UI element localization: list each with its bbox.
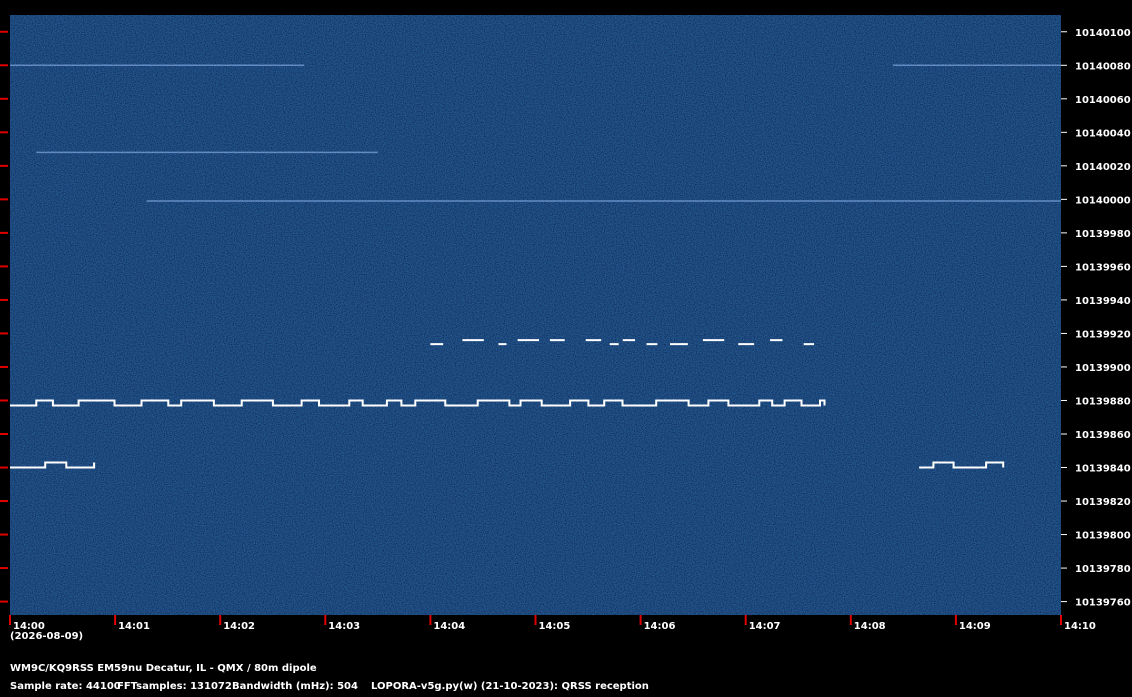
x-tick-label: 14:10 <box>1064 621 1096 632</box>
station-info: WM9C/KQ9RSS EM59nu Decatur, IL - QMX / 8… <box>10 663 317 674</box>
info-footer: WM9C/KQ9RSS EM59nu Decatur, IL - QMX / 8… <box>10 662 1120 696</box>
x-tick-label: 14:09 <box>959 621 991 632</box>
x-tick-label: 14:04 <box>433 621 465 632</box>
y-tick-label: 10140080 <box>1075 61 1131 72</box>
spectrogram-chart: 10140100 10140080 10140060 10140040 10140020… <box>0 15 1131 632</box>
bandwidth: Bandwidth (mHz): 504 <box>232 681 358 692</box>
y-tick-label: 10139800 <box>1075 531 1131 542</box>
y-tick-label: 10139900 <box>1075 363 1131 374</box>
x-tick-label: 14:01 <box>118 621 150 632</box>
y-tick-label: 10139820 <box>1075 497 1131 508</box>
x-tick-label: 14:07 <box>749 621 781 632</box>
y-tick-label: 10139760 <box>1075 598 1131 609</box>
date-label: (2026-08-09) <box>10 631 84 642</box>
y-tick-label: 10139860 <box>1075 430 1131 441</box>
y-tick-label: 10139840 <box>1075 464 1131 475</box>
x-tick-label: 14:02 <box>223 621 255 632</box>
software-info: LOPORA-v5g.py(w) (21-10-2023): QRSS rece… <box>371 681 649 692</box>
y-tick-label: 10139880 <box>1075 396 1131 407</box>
waterfall-noise <box>10 15 1061 615</box>
y-tick-label: 10140020 <box>1075 162 1131 173</box>
x-tick-label: 14:06 <box>644 621 676 632</box>
y-tick-label: 10140100 <box>1075 28 1131 39</box>
y-tick-label: 10140000 <box>1075 195 1131 206</box>
y-tick-label: 10139780 <box>1075 564 1131 575</box>
fft-samples: FFTsamples: 131072 <box>117 681 232 692</box>
y-tick-label: 10140040 <box>1075 128 1131 139</box>
x-axis: 14:00 14:01 14:02 14:03 14:04 14:05 14:06 14:07… <box>9 615 1096 632</box>
x-tick-label: 14:08 <box>854 621 886 632</box>
y-tick-label: 10139980 <box>1075 229 1131 240</box>
y-tick-label: 10139920 <box>1075 329 1131 340</box>
x-tick-label: 14:05 <box>539 621 571 632</box>
y-tick-label: 10140060 <box>1075 95 1131 106</box>
y-tick-label: 10139940 <box>1075 296 1131 307</box>
y-tick-label: 10139960 <box>1075 262 1131 273</box>
sample-rate: Sample rate: 44100 <box>10 681 121 692</box>
x-tick-label: 14:03 <box>328 621 360 632</box>
